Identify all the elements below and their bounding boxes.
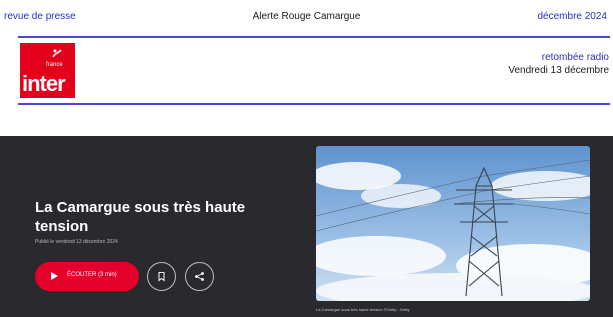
page-header: revue de presse Alerte Rouge Camargue dé… xyxy=(0,0,613,36)
france-inter-logo: france inter xyxy=(20,43,75,98)
header-campaign: Alerte Rouge Camargue xyxy=(252,11,361,22)
media-meta: retombée radio Vendredi 13 décembre xyxy=(508,52,609,77)
listen-button[interactable]: ÉCOUTER (3 min) xyxy=(35,262,139,291)
logo-france-text: france xyxy=(46,62,63,68)
divider-top xyxy=(18,36,610,38)
article-published: Publié le vendredi 13 décembre 2024 xyxy=(35,239,118,245)
swirl-icon xyxy=(52,49,62,58)
media-date: Vendredi 13 décembre xyxy=(508,65,609,76)
share-icon xyxy=(195,272,204,281)
bookmark-icon xyxy=(158,272,165,282)
header-month: décembre 2024 xyxy=(537,11,608,22)
pylon-photo xyxy=(316,146,590,301)
article-screenshot: La Camargue sous très haute tension Publ… xyxy=(0,136,613,317)
listen-label: ÉCOUTER (3 min) xyxy=(67,272,117,278)
logo-inter-text: inter xyxy=(22,71,66,96)
divider-bottom xyxy=(18,103,610,105)
play-icon xyxy=(51,272,58,280)
share-button[interactable] xyxy=(185,262,214,291)
pylon-image xyxy=(316,146,590,301)
bookmark-button[interactable] xyxy=(147,262,176,291)
article-title: La Camargue sous très haute tension xyxy=(35,199,246,235)
media-type: retombée radio xyxy=(541,52,609,63)
photo-caption: La Camargue sous très haute tension ©Get… xyxy=(316,307,410,312)
